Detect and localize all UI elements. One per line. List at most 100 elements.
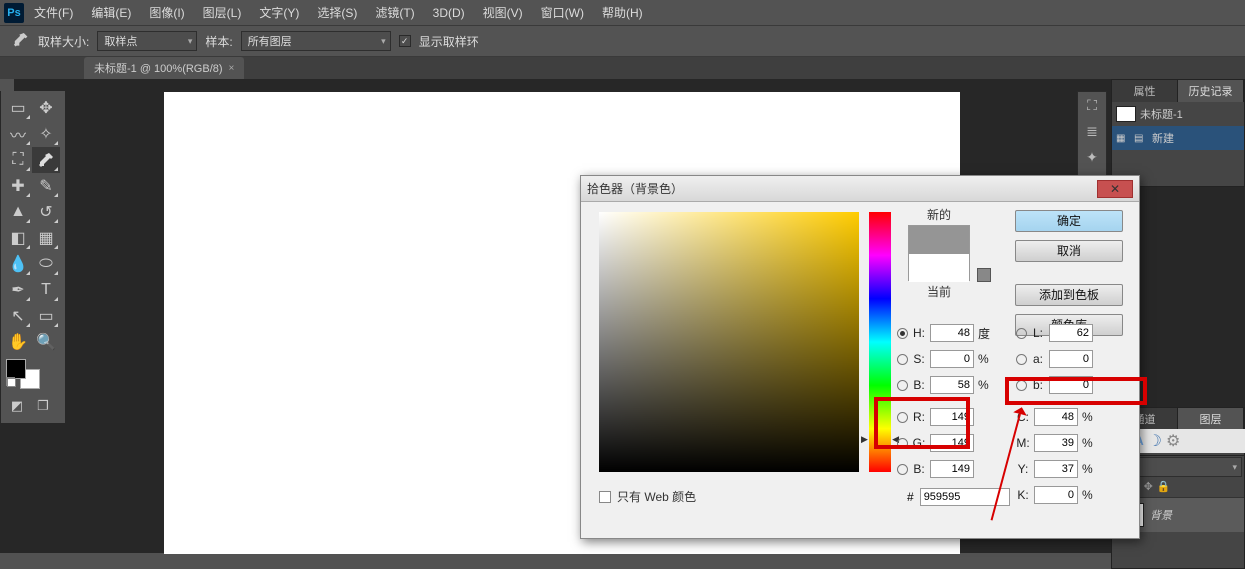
web-colors-checkbox[interactable]: [599, 491, 611, 503]
move-tool[interactable]: ✥: [32, 95, 60, 121]
color-swatches[interactable]: [6, 359, 40, 389]
color-field[interactable]: [599, 212, 859, 472]
lasso-tool[interactable]: 〰: [4, 121, 32, 147]
menu-3d[interactable]: 3D(D): [425, 3, 473, 23]
dodge-tool[interactable]: ⬭: [32, 251, 60, 277]
hand-tool[interactable]: ✋: [4, 329, 32, 355]
r-radio[interactable]: [897, 412, 908, 423]
crop-tool[interactable]: ⛶: [4, 147, 32, 173]
brush-tool[interactable]: ✎: [32, 173, 60, 199]
lock-all-icon[interactable]: 🔒: [1157, 480, 1171, 495]
l-radio[interactable]: [1016, 328, 1027, 339]
r-label: R:: [912, 410, 926, 424]
cancel-button[interactable]: 取消: [1015, 240, 1123, 262]
clone-stamp-tool[interactable]: ▲: [4, 199, 32, 225]
bri-input[interactable]: [930, 376, 974, 394]
g-radio[interactable]: [897, 438, 908, 449]
menu-layer[interactable]: 图层(L): [195, 1, 250, 24]
menu-window[interactable]: 窗口(W): [533, 1, 592, 24]
y-label: Y:: [1016, 462, 1030, 476]
zoom-tool[interactable]: 🔍: [32, 329, 60, 355]
hue-slider[interactable]: [869, 212, 891, 472]
tab-layers[interactable]: 图层: [1178, 408, 1244, 430]
add-swatch-button[interactable]: 添加到色板: [1015, 284, 1123, 306]
histogram-icon[interactable]: ≣: [1078, 118, 1106, 144]
moon-icon[interactable]: ☽: [1148, 431, 1162, 451]
blur-tool[interactable]: 💧: [4, 251, 32, 277]
color-preview[interactable]: [908, 225, 970, 281]
tab-strip: 未标题-1 @ 100%(RGB/8) ×: [0, 57, 1245, 79]
b2-radio[interactable]: [1016, 380, 1027, 391]
gradient-tool[interactable]: ▦: [32, 225, 60, 251]
tab-history[interactable]: 历史记录: [1178, 80, 1244, 102]
hue-radio[interactable]: [897, 328, 908, 339]
history-step-new[interactable]: ▦ ▤ 新建: [1112, 126, 1244, 150]
websafe-cube-icon[interactable]: [977, 268, 991, 282]
healing-brush-tool[interactable]: ✚: [4, 173, 32, 199]
path-select-tool[interactable]: ↖: [4, 303, 32, 329]
dialog-titlebar[interactable]: 拾色器（背景色） ✕: [581, 176, 1139, 202]
ok-button[interactable]: 确定: [1015, 210, 1123, 232]
sat-input[interactable]: [930, 350, 974, 368]
m-input[interactable]: [1034, 434, 1078, 452]
label-new: 新的: [901, 206, 977, 223]
eyedropper-tool[interactable]: [32, 147, 60, 173]
a-radio[interactable]: [1016, 354, 1027, 365]
info-icon[interactable]: ✦: [1078, 144, 1106, 170]
pen-tool[interactable]: ✒: [4, 277, 32, 303]
a-input[interactable]: [1049, 350, 1093, 368]
eyedropper-icon: [12, 32, 30, 50]
history-brush-tool[interactable]: ↺: [32, 199, 60, 225]
r-input[interactable]: [930, 408, 974, 426]
b2-input[interactable]: [1049, 376, 1093, 394]
history-doc-row[interactable]: 未标题-1: [1112, 102, 1244, 126]
menu-file[interactable]: 文件(F): [26, 1, 81, 24]
bblue-input[interactable]: [930, 460, 974, 478]
menu-type[interactable]: 文字(Y): [251, 1, 307, 24]
sample-dropdown[interactable]: 所有图层: [241, 31, 391, 51]
bblue-radio[interactable]: [897, 464, 908, 475]
hue-slider-handle[interactable]: ▶◀: [861, 434, 899, 444]
hex-input[interactable]: [920, 488, 1010, 506]
close-icon[interactable]: ×: [229, 63, 235, 74]
k-input[interactable]: [1034, 486, 1078, 504]
dialog-close-button[interactable]: ✕: [1097, 180, 1133, 198]
gear-icon[interactable]: ⚙: [1166, 431, 1180, 451]
menu-filter[interactable]: 滤镜(T): [367, 1, 422, 24]
bri-unit: %: [978, 378, 992, 392]
marquee-tool[interactable]: ▭: [4, 95, 32, 121]
screenmode-icon[interactable]: ❐: [32, 397, 54, 415]
menu-help[interactable]: 帮助(H): [594, 1, 651, 24]
dialog-title: 拾色器（背景色）: [587, 180, 683, 197]
sat-radio[interactable]: [897, 354, 908, 365]
lock-position-icon[interactable]: ✥: [1144, 480, 1153, 495]
c-unit: %: [1082, 410, 1093, 424]
b2-label: b:: [1031, 378, 1045, 392]
hue-input[interactable]: [930, 324, 974, 342]
menu-bar: Ps 文件(F) 编辑(E) 图像(I) 图层(L) 文字(Y) 选择(S) 滤…: [0, 0, 1245, 25]
document-tab[interactable]: 未标题-1 @ 100%(RGB/8) ×: [84, 57, 244, 79]
shape-tool[interactable]: ▭: [32, 303, 60, 329]
show-ring-label: 显示取样环: [419, 33, 479, 50]
sample-size-dropdown[interactable]: 取样点: [97, 31, 197, 51]
menu-view[interactable]: 视图(V): [475, 1, 531, 24]
menu-image[interactable]: 图像(I): [141, 1, 192, 24]
menu-select[interactable]: 选择(S): [309, 1, 365, 24]
tab-properties[interactable]: 属性: [1112, 80, 1178, 102]
default-colors-icon[interactable]: [6, 377, 16, 387]
bri-radio[interactable]: [897, 380, 908, 391]
type-tool[interactable]: T: [32, 277, 60, 303]
eraser-tool[interactable]: ◧: [4, 225, 32, 251]
magic-wand-tool[interactable]: ✧: [32, 121, 60, 147]
navigator-icon[interactable]: ⛶: [1078, 92, 1106, 118]
foreground-swatch[interactable]: [6, 359, 26, 379]
y-input[interactable]: [1034, 460, 1078, 478]
g-input[interactable]: [930, 434, 974, 452]
c-input[interactable]: [1034, 408, 1078, 426]
l-input[interactable]: [1049, 324, 1093, 342]
show-ring-checkbox[interactable]: ✓: [399, 35, 411, 47]
layer-name: 背景: [1150, 507, 1172, 523]
k-label: K:: [1016, 488, 1030, 502]
menu-edit[interactable]: 编辑(E): [83, 1, 139, 24]
quickmask-icon[interactable]: ◩: [6, 397, 28, 415]
